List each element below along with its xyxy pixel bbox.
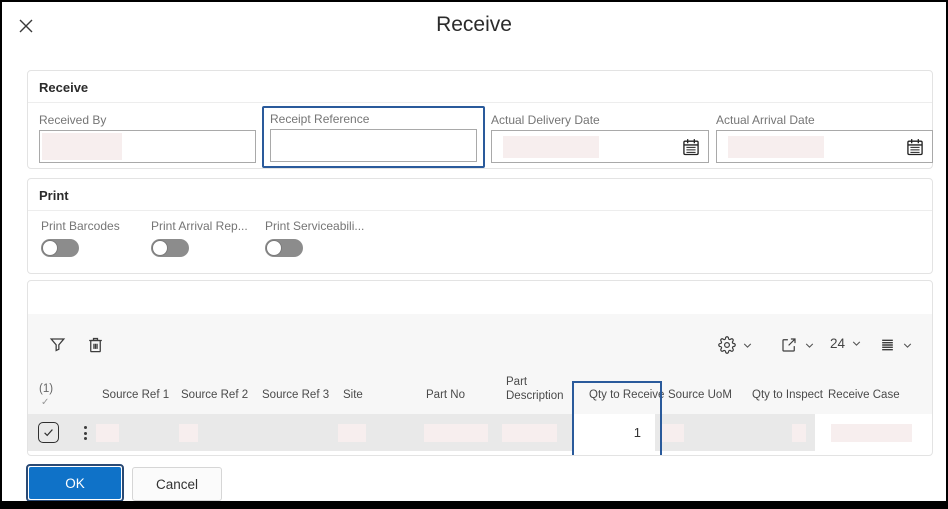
ok-button[interactable]: OK [29, 467, 121, 499]
receive-section-title: Receive [39, 80, 89, 95]
calendar-icon [681, 137, 703, 157]
qty-to-receive-cell[interactable]: 1 [574, 414, 655, 451]
actual-delivery-date-field: Actual Delivery Date [491, 113, 709, 163]
print-barcodes-label: Print Barcodes [41, 219, 120, 233]
print-serviceability-toggle[interactable] [265, 239, 303, 257]
print-arrival-report-toggle[interactable] [151, 239, 189, 257]
redacted-cell-source-ref-1 [96, 424, 119, 442]
density-icon [879, 337, 896, 353]
select-all-header[interactable]: (1) [39, 383, 53, 395]
redacted-cell-source-uom [661, 424, 684, 442]
print-arrival-report-toggle-group: Print Arrival Rep... [151, 219, 248, 257]
received-by-label: Received By [39, 113, 107, 127]
redacted-cell-qty-to-inspect [792, 424, 806, 442]
settings-icon [718, 336, 736, 354]
ok-button-focus-ring: OK [26, 464, 124, 501]
export-icon [780, 336, 798, 354]
print-section-title: Print [39, 188, 69, 203]
select-all-check-icon: ✓ [41, 397, 50, 408]
divider [28, 210, 932, 211]
chevron-down-icon [851, 338, 862, 349]
received-by-field: Received By [39, 113, 256, 163]
dialog-title: Receive [436, 13, 512, 36]
column-header-qty-to-inspect[interactable]: Qty to Inspect [752, 389, 823, 401]
calendar-icon [905, 137, 927, 157]
row-checkbox[interactable] [38, 422, 59, 443]
column-header-receive-case[interactable]: Receive Case [828, 389, 900, 401]
chevron-down-icon [804, 340, 815, 351]
table-settings-button[interactable] [718, 336, 753, 354]
divider [28, 102, 932, 103]
cancel-button[interactable]: Cancel [132, 467, 222, 501]
actual-arrival-date-label: Actual Arrival Date [716, 113, 815, 127]
chevron-down-icon [902, 340, 913, 351]
column-header-part-description[interactable]: Part Description [506, 375, 576, 403]
column-header-site[interactable]: Site [343, 389, 363, 401]
receive-section: Receive Received By Receipt Reference Ac… [27, 70, 933, 169]
column-header-part-no[interactable]: Part No [426, 389, 465, 401]
delete-button[interactable] [86, 335, 105, 354]
redacted-value [42, 133, 122, 160]
actual-delivery-date-label: Actual Delivery Date [491, 113, 600, 127]
redacted-cell-site [338, 424, 366, 442]
print-section: Print Print Barcodes Print Arrival Rep..… [27, 178, 933, 274]
toggle-knob [266, 240, 282, 256]
redacted-cell-source-ref-2 [179, 424, 198, 442]
print-barcodes-toggle-group: Print Barcodes [41, 219, 120, 257]
column-header-source-uom[interactable]: Source UoM [668, 389, 732, 401]
column-header-source-ref-1[interactable]: Source Ref 1 [102, 389, 169, 401]
page-size-selector[interactable]: 24 [830, 336, 862, 351]
redacted-value [831, 424, 912, 442]
receipt-reference-input[interactable] [270, 129, 477, 162]
received-by-input[interactable] [39, 130, 256, 163]
receive-lines-table: 24 (1) ✓ Source Ref 1 Source Ref 2 Sourc… [27, 280, 933, 456]
calendar-picker-button[interactable] [681, 136, 703, 158]
chevron-down-icon [742, 340, 753, 351]
redacted-value [728, 135, 824, 158]
check-icon [42, 426, 55, 439]
receive-dialog: Receive Receive Received By Receipt Refe… [0, 0, 948, 509]
actual-arrival-date-input[interactable] [716, 130, 933, 163]
print-serviceability-label: Print Serviceabili... [265, 219, 365, 233]
receive-case-cell[interactable] [815, 414, 932, 451]
actual-arrival-date-field: Actual Arrival Date [716, 113, 933, 163]
filter-button[interactable] [48, 335, 67, 354]
toggle-knob [42, 240, 58, 256]
redacted-value [503, 135, 599, 158]
page-size-value: 24 [830, 336, 846, 351]
print-arrival-report-label: Print Arrival Rep... [151, 219, 248, 233]
row-density-button[interactable] [879, 337, 913, 353]
calendar-picker-button[interactable] [905, 136, 927, 158]
print-barcodes-toggle[interactable] [41, 239, 79, 257]
row-menu-button[interactable] [77, 423, 93, 443]
redacted-cell-part-no [424, 424, 488, 442]
print-serviceability-toggle-group: Print Serviceabili... [265, 219, 364, 257]
redacted-cell-part-description [502, 424, 557, 442]
actual-delivery-date-input[interactable] [491, 130, 709, 163]
table-row[interactable]: 1 [28, 414, 932, 451]
delete-icon [86, 335, 105, 354]
filter-icon [48, 335, 67, 354]
receipt-reference-field: Receipt Reference [262, 106, 485, 168]
export-button[interactable] [780, 336, 815, 354]
receipt-reference-label: Receipt Reference [270, 112, 370, 126]
column-header-source-ref-2[interactable]: Source Ref 2 [181, 389, 248, 401]
column-header-source-ref-3[interactable]: Source Ref 3 [262, 389, 329, 401]
toggle-knob [152, 240, 168, 256]
column-header-qty-to-receive[interactable]: Qty to Receive [589, 389, 664, 401]
